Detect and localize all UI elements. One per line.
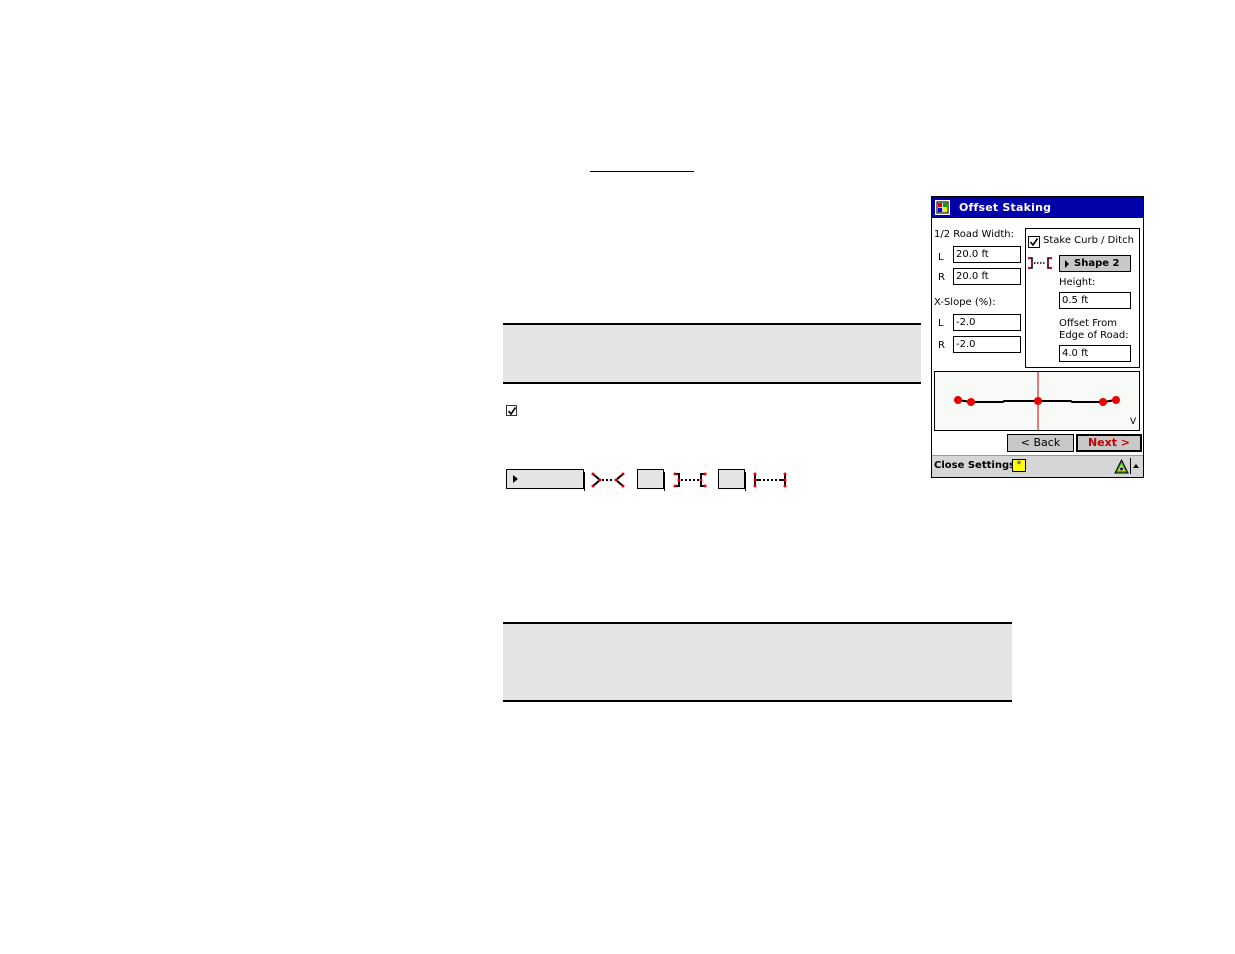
- curb-shape-icon: [1028, 257, 1052, 269]
- stake-curb-checkbox[interactable]: [1028, 236, 1040, 248]
- shape-button-label: Shape 2: [1074, 258, 1120, 269]
- cross-section-diagram: V: [934, 371, 1140, 431]
- stake-point: [1034, 397, 1042, 405]
- note-box-2: [503, 622, 1012, 702]
- curb-ditch-group: Stake Curb / Ditch Shape 2 Height: 0.5 f…: [1025, 228, 1140, 368]
- xslope-right-input[interactable]: -2.0: [953, 336, 1021, 353]
- command-bar: Close Settings *: [932, 455, 1143, 477]
- stake-point: [1112, 396, 1120, 404]
- shape-select-button[interactable]: Shape 2: [1059, 255, 1131, 272]
- height-input[interactable]: 0.5 ft: [1059, 292, 1131, 309]
- window-title: Offset Staking: [959, 201, 1052, 214]
- curb-bracket-icon: [673, 472, 707, 488]
- shape-dropdown[interactable]: [506, 469, 585, 491]
- next-button[interactable]: Next >: [1076, 434, 1142, 452]
- device-screen: Offset Staking 1/2 Road Width: L 20.0 ft…: [931, 196, 1144, 478]
- back-button[interactable]: < Back: [1007, 434, 1074, 452]
- bar-separator: [1130, 458, 1131, 474]
- shape-2-option[interactable]: [637, 469, 665, 491]
- offset-input[interactable]: 4.0 ft: [1059, 345, 1131, 362]
- height-label: Height:: [1059, 277, 1096, 288]
- stake-point: [967, 398, 975, 406]
- offset-label-line1: Offset From: [1059, 318, 1117, 329]
- dropdown-shadow: [584, 472, 585, 491]
- stake-point: [954, 396, 962, 404]
- note-box-1: [503, 323, 921, 384]
- play-arrow-icon: [1065, 260, 1069, 268]
- survey-status-icon[interactable]: [1114, 459, 1129, 474]
- road-width-left-label: L: [938, 252, 944, 263]
- v-ditch-icon: [591, 472, 625, 488]
- shape-3-option[interactable]: [718, 469, 746, 491]
- road-width-right-input[interactable]: 20.0 ft: [953, 268, 1021, 285]
- stake-curb-label: Stake Curb / Ditch: [1043, 235, 1134, 246]
- title-bar: Offset Staking: [932, 197, 1143, 218]
- stake-point: [1099, 398, 1107, 406]
- windows-flag-icon[interactable]: [935, 200, 950, 215]
- flat-tee-icon: [753, 472, 787, 488]
- xslope-left-input[interactable]: -2.0: [953, 314, 1021, 331]
- xslope-left-label: L: [938, 318, 944, 329]
- section-checkbox[interactable]: [506, 405, 517, 416]
- up-arrow-icon[interactable]: [1133, 464, 1139, 468]
- checkmark-icon: [507, 407, 517, 416]
- title-underline: [590, 171, 694, 172]
- cross-section-svg: [954, 372, 1120, 430]
- diagram-corner-label: V: [1130, 417, 1137, 427]
- road-width-right-label: R: [938, 272, 945, 283]
- road-width-label: 1/2 Road Width:: [934, 229, 1014, 240]
- close-settings-button[interactable]: Close Settings: [934, 460, 1015, 471]
- xslope-right-label: R: [938, 340, 945, 351]
- dropdown-arrow-icon: [513, 475, 518, 483]
- road-width-left-input[interactable]: 20.0 ft: [953, 246, 1021, 263]
- checkmark-icon: [1029, 238, 1039, 247]
- keyboard-icon[interactable]: *: [1012, 459, 1026, 472]
- xslope-label: X-Slope (%):: [934, 297, 996, 308]
- option-shadow: [745, 472, 746, 491]
- option-shadow: [664, 472, 665, 491]
- offset-label-line2: Edge of Road:: [1059, 330, 1129, 341]
